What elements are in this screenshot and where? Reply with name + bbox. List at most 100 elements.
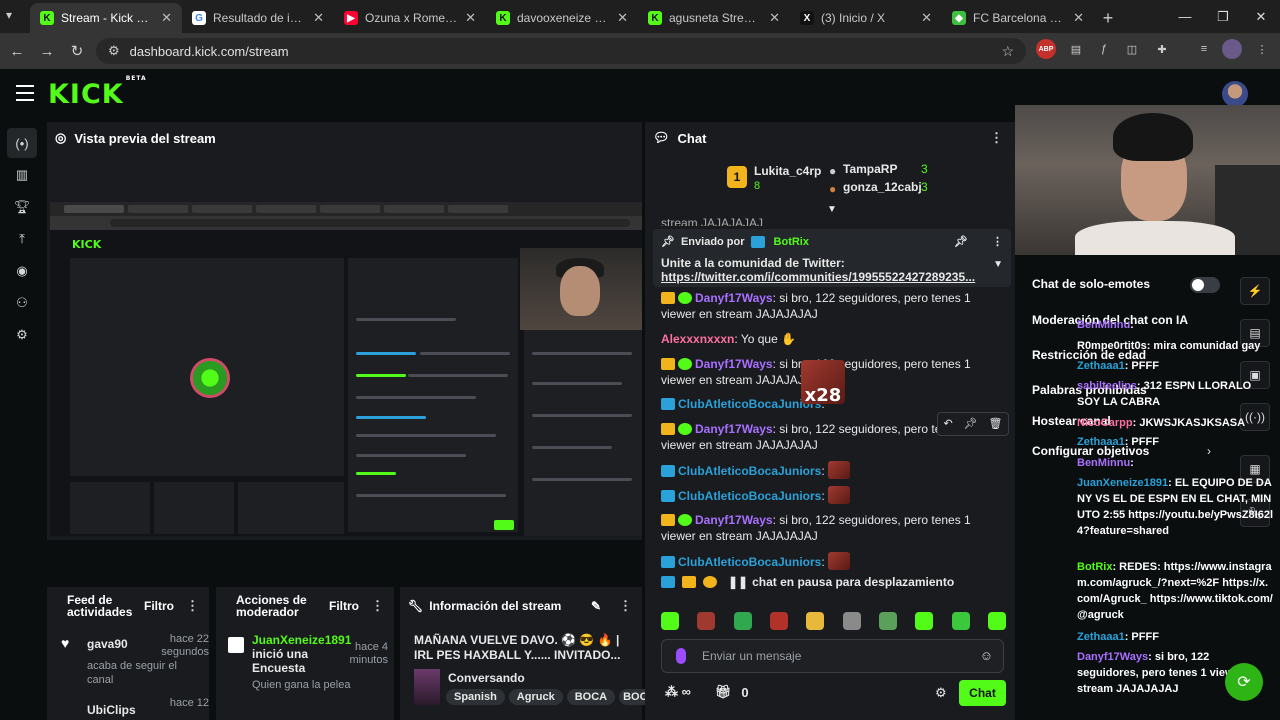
more-vert-icon[interactable]: ⋮ — [186, 599, 199, 612]
close-tab-icon[interactable]: ✕ — [313, 10, 324, 26]
kick-logo[interactable]: KICKBETA — [48, 75, 147, 110]
stream-preview-video[interactable]: KICK — [50, 202, 642, 536]
restore-icon[interactable]: ❐ — [1204, 0, 1242, 33]
chat-username[interactable]: ClubAtleticoBocaJuniors — [678, 397, 821, 411]
chat-username[interactable]: ClubAtleticoBocaJuniors — [678, 464, 821, 478]
close-tab-icon[interactable]: ✕ — [769, 10, 780, 26]
more-vert-icon[interactable]: ⋮ — [992, 235, 1003, 248]
reload-icon[interactable]: ↻ — [64, 38, 90, 64]
mods-filter-button[interactable]: Filtro — [329, 600, 359, 612]
browser-tab[interactable]: K Stream - Kick Dashbo... ✕ — [30, 3, 182, 33]
emote-icon[interactable] — [842, 612, 861, 630]
close-tab-icon[interactable]: ✕ — [465, 10, 476, 26]
emote-icon[interactable] — [733, 612, 752, 630]
more-vert-icon[interactable]: ⋮ — [1252, 39, 1272, 59]
profile-avatar[interactable] — [1222, 39, 1242, 59]
emote-icon[interactable] — [661, 612, 679, 630]
emote-icon[interactable] — [951, 612, 970, 630]
browser-tab[interactable]: ▶ Ozuna x Romeo Santo ✕ — [334, 3, 486, 33]
browser-tab[interactable]: ◆ FC Barcelona Vs Athle ✕ — [942, 3, 1094, 33]
menu-icon[interactable] — [16, 85, 34, 101]
analytics-icon[interactable]: ▥ — [12, 165, 32, 185]
delete-trash-icon[interactable]: 🗑︎ — [989, 416, 1003, 432]
pinned-link[interactable]: https://twitter.com/i/communities/199555… — [661, 270, 981, 284]
close-tab-icon[interactable]: ✕ — [921, 10, 932, 26]
chat-message[interactable]: Danyf17Ways: si bro, 122 seguidores, per… — [661, 290, 1006, 322]
feed-user[interactable]: UbiClips — [87, 703, 136, 717]
close-tab-icon[interactable]: ✕ — [161, 10, 172, 26]
leader-user[interactable]: Lukita_c4rp — [754, 164, 821, 178]
close-window-icon[interactable]: ✕ — [1242, 0, 1280, 33]
forward-arrow-icon[interactable]: → — [34, 38, 60, 64]
browser-tab[interactable]: X (3) Inicio / X ✕ — [790, 3, 942, 33]
emote-icon[interactable] — [806, 612, 825, 630]
expand-chevron-icon[interactable]: ▼ — [993, 259, 1003, 270]
leader-user[interactable]: gonza_12cabj — [843, 180, 922, 194]
url-input[interactable]: ⚙ dashboard.kick.com/stream ☆ — [96, 38, 1026, 64]
site-info-icon[interactable]: ⚙ — [108, 43, 120, 59]
camera-icon[interactable]: ◉ — [12, 261, 32, 281]
send-chat-button[interactable]: Chat — [959, 680, 1006, 706]
puzzle-icon[interactable]: ✚ — [1152, 39, 1172, 59]
emote-icon[interactable] — [697, 612, 716, 630]
extension-icon[interactable]: ◫ — [1122, 39, 1142, 59]
close-tab-icon[interactable]: ✕ — [1073, 10, 1084, 26]
feed-filter-button[interactable]: Filtro — [144, 600, 174, 612]
chat-username[interactable]: ClubAtleticoBocaJuniors — [678, 489, 821, 503]
chat-message[interactable]: ClubAtleticoBocaJuniors: — [661, 552, 1006, 570]
overlay-action-button[interactable]: ⟳ — [1225, 663, 1263, 701]
pause-notice[interactable]: ❚❚ chat en pausa para desplazamiento — [661, 575, 954, 589]
stream-broadcast-icon[interactable]: (•) — [7, 128, 37, 158]
browser-tab[interactable]: K davooxeneize Stream ✕ — [486, 3, 638, 33]
close-tab-icon[interactable]: ✕ — [617, 10, 628, 26]
more-vert-icon[interactable]: ⋮ — [990, 130, 1003, 146]
browser-tab[interactable]: G Resultado de imágenes ✕ — [182, 3, 334, 33]
mic-icon[interactable] — [676, 648, 686, 664]
reply-icon[interactable]: ↶ — [943, 416, 952, 432]
emote-icon[interactable] — [987, 612, 1006, 630]
emote-icon[interactable] — [769, 612, 788, 630]
feed-user[interactable]: gava90 — [87, 637, 128, 651]
unpin-icon[interactable]: 📌︎ — [954, 235, 968, 248]
media-icon[interactable]: ≡ — [1194, 39, 1214, 59]
shortcut-button[interactable]: ⚡ — [1240, 277, 1270, 305]
tab-search-icon[interactable]: ▾ — [6, 8, 24, 26]
more-vert-icon[interactable]: ⋮ — [619, 599, 632, 612]
chat-username[interactable]: Danyf17Ways — [695, 422, 773, 436]
emoji-picker-icon[interactable]: ☺ — [980, 648, 993, 663]
community-icon[interactable]: ⚇ — [12, 293, 32, 313]
new-tab-button[interactable]: + — [1094, 3, 1122, 33]
chat-username[interactable]: Danyf17Ways — [695, 513, 773, 527]
pin-message-icon[interactable]: 📌︎ — [964, 416, 978, 432]
chat-message[interactable]: Alexxxnxxxn: Yo que ✋ — [661, 331, 1006, 347]
chat-username[interactable]: ClubAtleticoBocaJuniors — [678, 555, 821, 569]
collapse-chevron-icon[interactable]: ▼ — [827, 204, 837, 215]
user-avatar[interactable] — [1222, 81, 1248, 107]
minimize-icon[interactable]: — — [1166, 0, 1204, 33]
mod-user[interactable]: JuanXeneize1891 — [252, 633, 351, 647]
pinned-author[interactable]: BotRix — [774, 236, 809, 248]
tag-chip[interactable]: Agruck — [508, 689, 563, 705]
adblock-icon[interactable]: ABP — [1036, 39, 1056, 59]
emote-only-toggle[interactable] — [1190, 277, 1220, 293]
tag-chip[interactable]: Spanish — [446, 689, 505, 705]
chat-message[interactable]: ClubAtleticoBocaJuniors: — [661, 461, 1006, 479]
chat-message[interactable]: ClubAtleticoBocaJuniors: — [661, 486, 1006, 504]
browser-tab[interactable]: K agusneta Stream - Wa ✕ — [638, 3, 790, 33]
trophy-icon[interactable]: 🏆︎ — [12, 197, 32, 217]
more-vert-icon[interactable]: ⋮ — [371, 599, 384, 612]
back-arrow-icon[interactable]: ← — [4, 38, 30, 64]
tag-chip[interactable]: BOCA — [566, 689, 616, 705]
chat-message-input[interactable]: Enviar un mensaje ☺ — [661, 639, 1004, 673]
users-icon[interactable]: ⁂ ∞ — [665, 684, 691, 700]
edit-pencil-icon[interactable]: ✎ — [591, 600, 601, 612]
emote-icon[interactable] — [915, 612, 934, 630]
leader-user[interactable]: TampaRP — [843, 162, 897, 176]
chat-message[interactable]: Danyf17Ways: si bro, 122 seguidores, per… — [661, 512, 1006, 544]
chat-settings-gear-icon[interactable]: ⚙ — [935, 685, 947, 701]
settings-gear-icon[interactable]: ⚙ — [12, 325, 32, 345]
emote-icon[interactable] — [878, 612, 897, 630]
bookmark-star-icon[interactable]: ☆ — [1001, 43, 1014, 60]
chat-username[interactable]: Danyf17Ways — [695, 357, 773, 371]
gift-icon[interactable]: 🎁︎ — [715, 684, 732, 700]
